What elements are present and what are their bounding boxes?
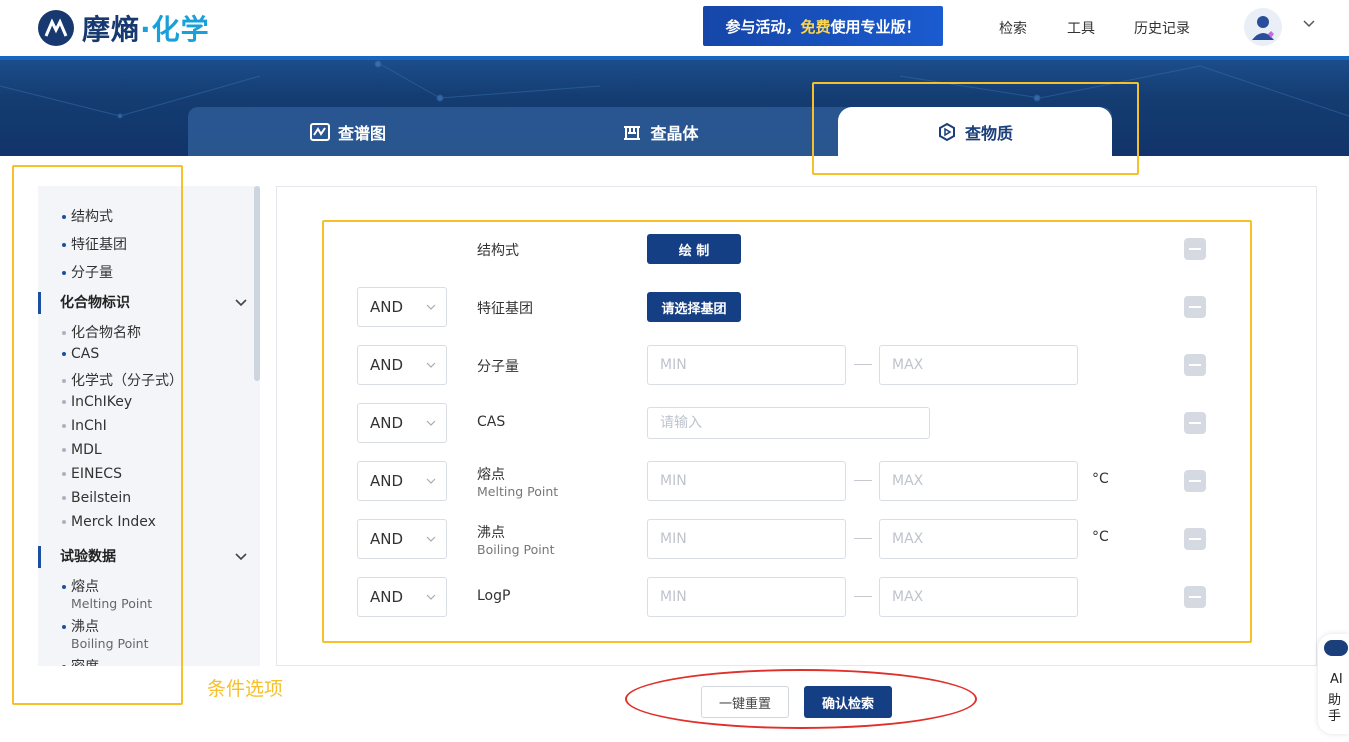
nav-tools[interactable]: 工具 [1067, 18, 1095, 38]
row-label: 熔点 Melting Point [477, 467, 559, 499]
min-input[interactable]: MIN [647, 461, 846, 501]
remove-row-icon[interactable] [1184, 528, 1206, 550]
max-input[interactable]: MAX [879, 345, 1078, 385]
annotation-label: 条件选项 [207, 678, 284, 700]
chevron-down-icon [426, 536, 436, 542]
nav-history[interactable]: 历史记录 [1134, 18, 1190, 38]
ai-assistant-widget[interactable]: AI 助 手 [1318, 634, 1349, 734]
remove-row-icon[interactable] [1184, 296, 1206, 318]
row-mw: AND 分子量 MIN MAX [357, 345, 1247, 385]
remove-row-icon[interactable] [1184, 412, 1206, 434]
row-structure: 结构式 绘 制 [357, 229, 1247, 269]
logo-text: 摩熵·化学 [82, 13, 210, 46]
select-group-button[interactable]: 请选择基团 [647, 292, 741, 322]
unit-label: °C [1092, 471, 1109, 487]
chevron-down-icon [426, 304, 436, 310]
avatar[interactable] [1244, 8, 1282, 46]
min-input[interactable]: MIN [647, 577, 846, 617]
draw-button[interactable]: 绘 制 [647, 234, 741, 264]
chevron-down-icon [426, 420, 436, 426]
nav-search[interactable]: 检索 [999, 18, 1027, 38]
row-label: CAS [477, 414, 506, 430]
tab-crystal[interactable]: 查晶体 [508, 107, 813, 156]
robot-icon [1324, 640, 1348, 656]
row-label: 结构式 [477, 243, 519, 259]
row-group: AND 特征基团 请选择基团 [357, 287, 1247, 327]
chevron-down-icon [426, 478, 436, 484]
chevron-down-icon [235, 299, 247, 307]
cas-input[interactable]: 请输入 [647, 407, 930, 439]
logic-select[interactable]: AND [357, 287, 447, 327]
promo-banner[interactable]: 参与活动， 免费 使用专业版！ [703, 6, 943, 46]
remove-row-icon[interactable] [1184, 238, 1206, 260]
unit-label: °C [1092, 529, 1109, 545]
row-melting: AND 熔点 Melting Point MIN MAX °C [357, 461, 1247, 501]
logic-select[interactable]: AND [357, 519, 447, 559]
min-input[interactable]: MIN [647, 345, 846, 385]
min-input[interactable]: MIN [647, 519, 846, 559]
chevron-down-icon [426, 594, 436, 600]
row-cas: AND CAS 请输入 [357, 403, 1247, 443]
max-input[interactable]: MAX [879, 461, 1078, 501]
logo-icon [38, 10, 74, 46]
max-input[interactable]: MAX [879, 577, 1078, 617]
chevron-down-icon [426, 362, 436, 368]
highlight-circle-actions [625, 669, 977, 729]
remove-row-icon[interactable] [1184, 354, 1206, 376]
logic-select[interactable]: AND [357, 403, 447, 443]
row-label: 沸点 Boiling Point [477, 525, 555, 557]
row-boiling: AND 沸点 Boiling Point MIN MAX °C [357, 519, 1247, 559]
tab-spectrum[interactable]: 查谱图 [188, 107, 508, 156]
logic-select[interactable]: AND [357, 577, 447, 617]
logic-select[interactable]: AND [357, 345, 447, 385]
top-bar: 摩熵·化学 参与活动， 免费 使用专业版！ 检索 工具 历史记录 [0, 0, 1349, 56]
spectrum-icon [309, 122, 330, 141]
remove-row-icon[interactable] [1184, 470, 1206, 492]
remove-row-icon[interactable] [1184, 586, 1206, 608]
chevron-down-icon[interactable] [1302, 16, 1316, 35]
crystal-icon [624, 125, 641, 140]
row-label: 分子量 [477, 359, 519, 375]
chevron-down-icon [235, 553, 247, 561]
row-label: 特征基团 [477, 301, 533, 317]
highlight-box-tab [812, 82, 1139, 175]
row-label: LogP [477, 588, 511, 604]
highlight-box-sidebar [12, 165, 183, 705]
logo[interactable]: 摩熵·化学 [38, 8, 210, 48]
max-input[interactable]: MAX [879, 519, 1078, 559]
sidebar-scrollbar[interactable] [254, 186, 260, 381]
logic-select[interactable]: AND [357, 461, 447, 501]
row-logp: AND LogP MIN MAX [357, 577, 1247, 617]
